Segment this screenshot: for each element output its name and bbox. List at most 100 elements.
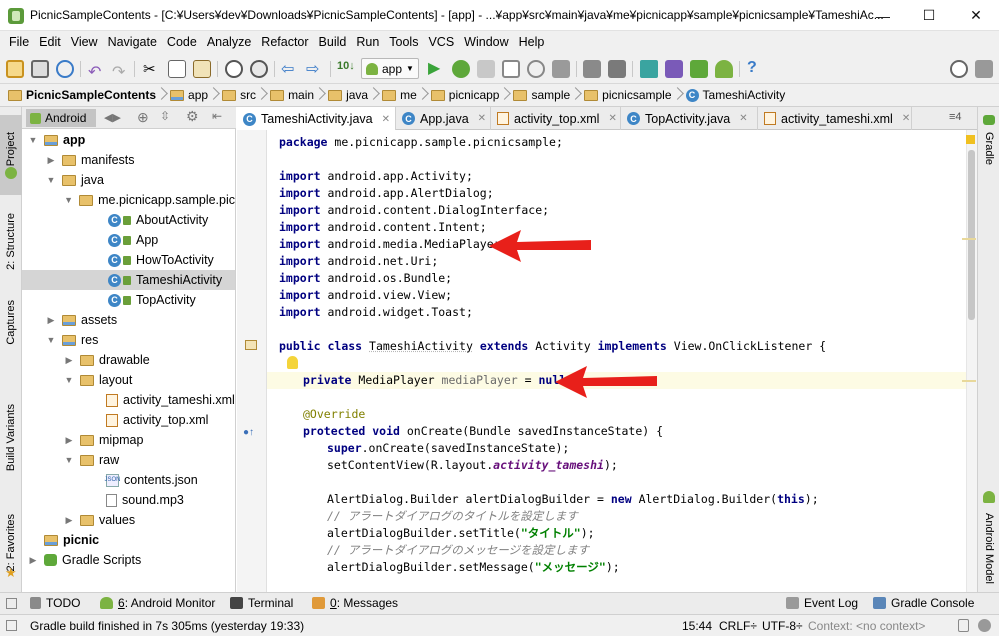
menu-tools[interactable]: Tools [384,35,423,49]
messages-tab[interactable]: 0: Messages [312,596,398,610]
search-everywhere-icon[interactable] [950,60,968,78]
minimize-button[interactable]: — [860,0,906,31]
cut-icon[interactable]: ✂ [143,60,156,78]
project-structure-icon[interactable] [583,60,601,78]
avd-manager-icon[interactable] [665,60,683,78]
breadcrumb-main[interactable]: main [270,88,328,102]
find-icon[interactable] [225,60,243,78]
menu-help[interactable]: Help [514,35,550,49]
menu-file[interactable]: File [4,35,34,49]
tab-tameshiactivity-java[interactable]: C TameshiActivity.java ✕ [237,107,396,131]
tree-item-sound-mp3[interactable]: sound.mp3 [22,490,235,510]
tree-item-picnic[interactable]: picnic [22,530,235,550]
menu-refactor[interactable]: Refactor [256,35,313,49]
back-icon[interactable]: ⇦ [281,59,294,79]
status-message[interactable]: Gradle build finished in 7s 305ms (yeste… [30,619,304,633]
tab-build-variants[interactable]: Build Variants [0,393,22,483]
tab-activity-top-xml[interactable]: activity_top.xml ✕ [491,107,621,130]
lock-icon[interactable] [958,619,969,632]
tree-item-howtoactivity[interactable]: C HowToActivity [22,250,235,270]
sync-icon[interactable] [56,60,74,78]
menu-edit[interactable]: Edit [34,35,66,49]
tree-item-topactivity[interactable]: C TopActivity [22,290,235,310]
tab-structure[interactable]: 2: Structure [0,201,22,281]
tree-item-manifests[interactable]: ▶ manifests [22,150,235,170]
tree-item-res[interactable]: ▼ res [22,330,235,350]
scroll-from-source-icon[interactable]: ⊕ [137,109,149,126]
help-icon[interactable]: ? [747,59,757,77]
tree-item-assets[interactable]: ▶ assets [22,310,235,330]
tab-project[interactable]: 1: Project [0,115,22,195]
menu-vcs[interactable]: VCS [423,35,459,49]
tree-item-gradle-scripts[interactable]: ▶ Gradle Scripts [22,550,235,570]
replace-icon[interactable] [250,60,268,78]
menu-run[interactable]: Run [351,35,384,49]
breadcrumb-app[interactable]: app [170,88,222,102]
warning-status-icon[interactable] [966,135,975,144]
tree-item-drawable[interactable]: ▶ drawable [22,350,235,370]
breadcrumb-java[interactable]: java [328,88,382,102]
tree-item-app[interactable]: ▼ app [22,130,235,150]
tab-app-java[interactable]: C App.java ✕ [396,107,491,130]
tree-item-aboutactivity[interactable]: C AboutActivity [22,210,235,230]
collapse-all-icon[interactable]: ⇳ [160,109,170,123]
event-icon[interactable] [975,60,993,78]
save-icon[interactable] [31,60,49,78]
sdk-manager-icon[interactable] [690,60,708,78]
inspector-icon[interactable] [978,619,991,632]
tree-item-mipmap[interactable]: ▶ mipmap [22,430,235,450]
redo-icon[interactable]: ↷ [112,62,125,82]
code-editor[interactable]: package me.picnicapp.sample.picnicsample… [267,130,966,592]
tree-item-package[interactable]: ▼ me.picnicapp.sample.pic [22,190,235,210]
open-folder-icon[interactable] [6,60,24,78]
close-button[interactable]: ✕ [953,0,999,31]
project-view-select[interactable]: Android [26,109,96,127]
close-tab-icon[interactable]: ✕ [382,114,390,125]
android-device-monitor-icon[interactable] [715,60,733,78]
tab-gradle[interactable]: Gradle [978,127,999,171]
tree-item-tameshiactivity[interactable]: C TameshiActivity [22,270,235,290]
todo-tab[interactable]: TODO [30,596,80,610]
toggle-tool-windows-icon[interactable] [6,598,17,609]
gradle-console-tab[interactable]: Gradle Console [873,596,974,610]
breadcrumb-picnicsample[interactable]: picnicsample [584,88,685,102]
override-marker-icon[interactable]: ●↑ [243,427,254,438]
close-tab-icon[interactable]: ✕ [478,113,486,124]
stop-icon[interactable] [552,60,570,78]
tab-android-model[interactable]: Android Model [978,505,999,591]
tree-item-values[interactable]: ▶ values [22,510,235,530]
menu-analyze[interactable]: Analyze [202,35,256,49]
breadcrumb-src[interactable]: src [222,88,270,102]
breadcrumb-sample[interactable]: sample [513,88,584,102]
menu-window[interactable]: Window [459,35,513,49]
copy-icon[interactable] [168,60,186,78]
tree-item-raw[interactable]: ▼ raw [22,450,235,470]
file-encoding[interactable]: UTF-8÷ [762,619,803,633]
tab-captures[interactable]: Captures [0,291,22,353]
maximize-button[interactable]: ☐ [906,0,952,31]
menu-code[interactable]: Code [162,35,202,49]
run-icon[interactable]: ▶ [428,58,440,78]
paste-icon[interactable] [193,60,211,78]
close-tab-icon[interactable]: ✕ [902,113,910,124]
class-marker-icon[interactable] [245,340,257,350]
sync-gradle-icon[interactable] [640,60,658,78]
tree-item-java[interactable]: ▼ java [22,170,235,190]
rerun-icon[interactable] [527,60,545,78]
debug-icon[interactable] [452,60,470,78]
breadcrumb-class[interactable]: C TameshiActivity [685,88,800,102]
android-monitor-tab[interactable]: 6: Android Monitor [100,596,215,610]
tree-item-contents-json[interactable]: JSON contents.json [22,470,235,490]
close-tab-icon[interactable]: ✕ [608,113,616,124]
scrollbar-thumb[interactable] [968,150,975,320]
chevron-left-right-icon[interactable]: ◀▶ [104,111,121,124]
tab-activity-tameshi-xml[interactable]: activity_tameshi.xml ✕ [758,107,912,130]
breadcrumb-project[interactable]: PicnicSampleContents [8,88,170,102]
tree-item-app-class[interactable]: C App [22,230,235,250]
tab-overflow-button[interactable]: ≡4 [949,111,962,123]
line-separator[interactable]: CRLF÷ [719,619,757,633]
breadcrumb-me[interactable]: me [382,88,431,102]
context-indicator[interactable]: Context: <no context> [808,619,925,633]
menu-build[interactable]: Build [314,35,352,49]
tree-item-activity-top-xml[interactable]: activity_top.xml [22,410,235,430]
